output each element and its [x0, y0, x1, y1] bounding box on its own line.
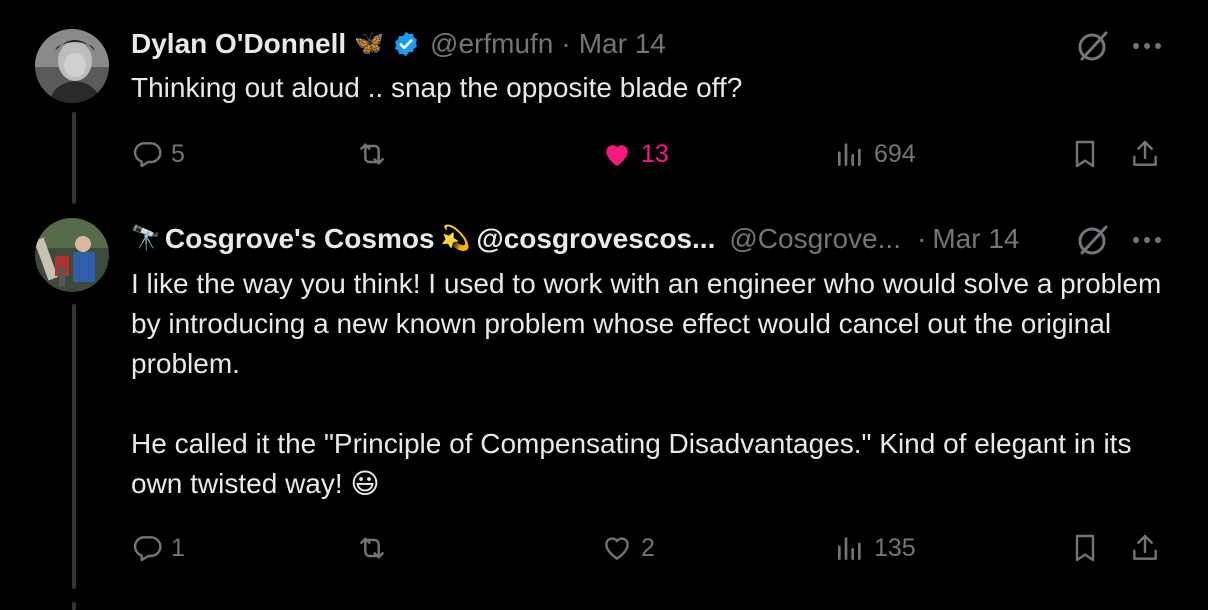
separator: ·: [561, 28, 571, 59]
reply-button[interactable]: 1: [131, 528, 185, 568]
telescope-emoji: 🔭: [131, 225, 161, 252]
action-bar: 1 2 135: [131, 528, 1167, 568]
dizzy-emoji: 💫: [440, 225, 471, 252]
like-count: 13: [641, 139, 669, 168]
share-icon: [1133, 534, 1157, 560]
reply-count: 1: [171, 533, 185, 562]
verified-badge-icon: [392, 30, 420, 58]
grok-icon[interactable]: [1073, 26, 1113, 66]
like-icon: [605, 537, 629, 560]
display-name[interactable]: Dylan O'Donnell: [131, 27, 346, 61]
like-icon: [606, 145, 628, 166]
tweet-header: 🔭 Cosgrove's Cosmos 💫 @cosgrovescos... @…: [131, 222, 1019, 256]
repost-button[interactable]: [356, 134, 396, 174]
like-button[interactable]: 2: [601, 528, 655, 568]
more-icon[interactable]: [1127, 220, 1167, 260]
handle[interactable]: @Cosgrove...: [729, 222, 901, 256]
repost-icon: [360, 537, 384, 559]
butterfly-emoji: 🦋: [354, 30, 385, 57]
like-button[interactable]: 13: [601, 134, 669, 174]
thread-line-upper: [72, 112, 76, 204]
timestamp[interactable]: Mar 14: [579, 27, 666, 61]
reply-count: 5: [171, 139, 185, 168]
share-button[interactable]: [1129, 528, 1161, 568]
views-icon: [838, 143, 861, 166]
view-count: 135: [874, 533, 916, 562]
tweet-header: Dylan O'Donnell 🦋 @erfmufn · Mar 14: [131, 27, 666, 61]
thread-line-bottom: [72, 602, 76, 610]
thread-line-lower: [72, 304, 76, 589]
more-icon[interactable]: [1127, 26, 1167, 66]
bookmark-button[interactable]: [1069, 528, 1101, 568]
reply-icon: [133, 536, 162, 562]
tweet-paragraph: He called it the "Principle of Compensat…: [131, 428, 1132, 499]
repost-icon: [360, 143, 384, 165]
reply-icon: [133, 142, 162, 168]
grok-icon[interactable]: [1073, 220, 1113, 260]
like-count: 2: [641, 533, 655, 562]
display-name-suffix[interactable]: @cosgrovescos...: [476, 222, 715, 256]
tweet-text: I like the way you think! I used to work…: [131, 264, 1181, 504]
handle[interactable]: @erfmufn: [430, 27, 553, 61]
tweet-text-line: Thinking out aloud .. snap the opposite …: [131, 72, 743, 103]
bookmark-icon: [1075, 140, 1095, 168]
tweet-text: Thinking out aloud .. snap the opposite …: [131, 68, 742, 108]
tweet-paragraph: I like the way you think! I used to work…: [131, 268, 1162, 379]
reply-button[interactable]: 5: [131, 134, 185, 174]
bookmark-button[interactable]: [1069, 134, 1101, 174]
share-icon: [1133, 140, 1157, 166]
repost-button[interactable]: [356, 528, 396, 568]
view-count: 694: [874, 139, 916, 168]
views-icon: [838, 537, 861, 560]
avatar[interactable]: [35, 218, 109, 292]
display-name[interactable]: Cosgrove's Cosmos: [165, 222, 435, 256]
share-button[interactable]: [1129, 134, 1161, 174]
views-button[interactable]: 135: [834, 528, 916, 568]
timestamp[interactable]: Mar 14: [932, 222, 1019, 256]
action-bar: 5 13 694: [131, 134, 1167, 174]
bookmark-icon: [1075, 534, 1095, 562]
avatar[interactable]: [35, 29, 109, 103]
views-button[interactable]: 694: [834, 134, 916, 174]
separator: ·: [916, 223, 927, 254]
